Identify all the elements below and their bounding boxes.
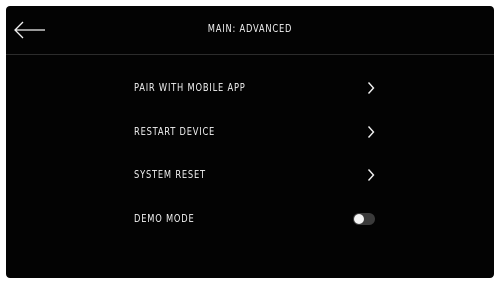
menu-item-pair-with-mobile-app[interactable]: PAIR WITH MOBILE APP: [124, 76, 384, 100]
toggle-knob: [354, 214, 364, 224]
device-screen: MAIN: ADVANCED PAIR WITH MOBILE APP REST…: [6, 6, 494, 278]
chevron-right-icon: [367, 125, 375, 139]
menu-item-label: PAIR WITH MOBILE APP: [134, 82, 246, 94]
page-title: MAIN: ADVANCED: [207, 23, 293, 35]
chevron-right-icon: [367, 81, 375, 95]
menu-item-restart-device[interactable]: RESTART DEVICE: [124, 120, 384, 144]
header-bar: MAIN: ADVANCED: [6, 6, 494, 55]
menu-item-label: DEMO MODE: [134, 213, 195, 225]
menu-item-label: RESTART DEVICE: [134, 126, 216, 138]
chevron-right-icon: [367, 168, 375, 182]
menu-item-system-reset[interactable]: SYSTEM RESET: [124, 163, 384, 187]
demo-mode-toggle[interactable]: [353, 213, 375, 225]
menu-item-demo-mode: DEMO MODE: [124, 207, 384, 231]
menu-item-label: SYSTEM RESET: [134, 169, 206, 181]
